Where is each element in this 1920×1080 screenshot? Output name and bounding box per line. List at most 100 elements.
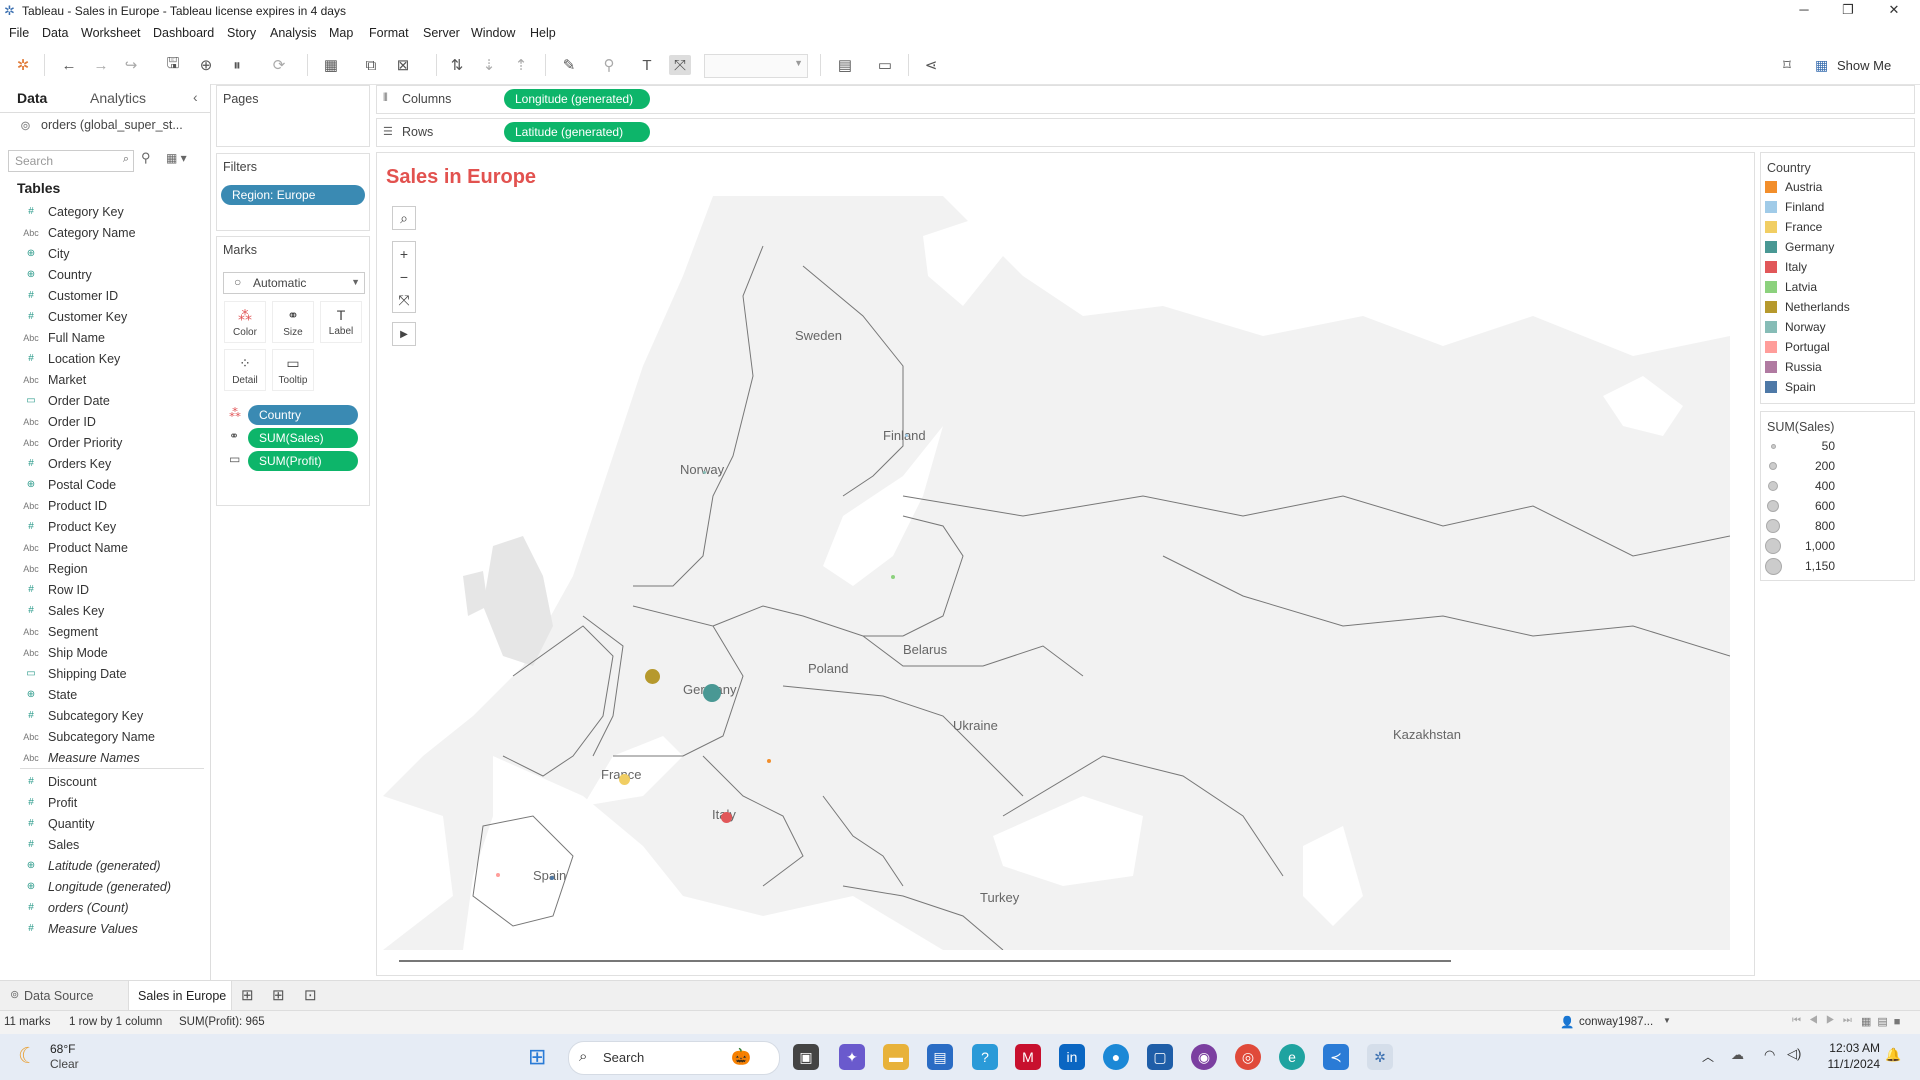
show-labels-icon[interactable]: T: [636, 55, 658, 75]
mark-norway[interactable]: [703, 471, 706, 474]
minimize-button[interactable]: ─: [1784, 2, 1824, 17]
field-item[interactable]: ▭ Order Date: [0, 390, 205, 411]
field-item[interactable]: ⊕ Latitude (generated): [0, 855, 205, 876]
show-me-button[interactable]: Show Me: [1837, 58, 1891, 73]
field-item[interactable]: # Subcategory Key: [0, 705, 205, 726]
field-item[interactable]: Abc Market: [0, 369, 205, 390]
legend-item-norway[interactable]: Norway: [1761, 317, 1826, 337]
redo-icon[interactable]: →: [90, 55, 112, 75]
copilot-icon[interactable]: ✦: [839, 1044, 865, 1070]
refresh-icon[interactable]: ⟳: [268, 55, 290, 75]
field-item[interactable]: # Customer Key: [0, 306, 205, 327]
status-user[interactable]: conway1987...: [1579, 1016, 1653, 1028]
field-item[interactable]: Abc Subcategory Name: [0, 726, 205, 747]
field-item[interactable]: # Sales: [0, 834, 205, 855]
vscode-icon[interactable]: ≺: [1323, 1044, 1349, 1070]
mark-germany[interactable]: [703, 684, 721, 702]
datasource-name[interactable]: orders (global_super_st...: [41, 118, 183, 132]
size-legend-item[interactable]: 800: [1761, 516, 1911, 536]
columns-shelf[interactable]: ⦀ Columns Longitude (generated): [376, 85, 1915, 114]
collapse-pane-icon[interactable]: ‹: [193, 89, 198, 105]
legend-item-spain[interactable]: Spain: [1761, 377, 1816, 397]
size-legend-item[interactable]: 50: [1761, 436, 1911, 456]
store-icon[interactable]: ▤: [927, 1044, 953, 1070]
mark-austria[interactable]: [767, 759, 771, 763]
legend-item-russia[interactable]: Russia: [1761, 357, 1822, 377]
menu-analysis[interactable]: Analysis: [270, 26, 317, 40]
filters-card[interactable]: Filters Region: Europe: [216, 153, 370, 231]
field-item[interactable]: Abc Product Name: [0, 537, 205, 558]
new-worksheet-tab-icon[interactable]: ⊞: [241, 986, 254, 1004]
taskbar-search[interactable]: ⌕ Search 🎃: [568, 1041, 780, 1075]
duplicate-sheet-icon[interactable]: ⧉: [360, 55, 382, 75]
new-dashboard-tab-icon[interactable]: ⊞: [272, 986, 285, 1004]
menu-dashboard[interactable]: Dashboard: [153, 26, 214, 40]
map-search-icon[interactable]: ⌕: [392, 206, 416, 230]
marks-pill-country[interactable]: Country: [248, 405, 358, 425]
mark-latvia[interactable]: [891, 575, 895, 579]
size-legend-item[interactable]: 600: [1761, 496, 1911, 516]
notification-bell-icon[interactable]: 🔔: [1885, 1047, 1901, 1063]
mark-portugal[interactable]: [496, 873, 500, 877]
legend-item-latvia[interactable]: Latvia: [1761, 277, 1817, 297]
field-item[interactable]: # Customer ID: [0, 285, 205, 306]
field-item[interactable]: ⊕ Postal Code: [0, 474, 205, 495]
menu-map[interactable]: Map: [329, 26, 353, 40]
chevron-down-icon[interactable]: ▼: [1663, 1016, 1671, 1025]
field-item[interactable]: # Measure Values: [0, 918, 205, 939]
marks-size-button[interactable]: ⚭ Size: [272, 301, 314, 343]
horizontal-scrollbar[interactable]: [399, 960, 1451, 962]
mark-spain[interactable]: [550, 876, 554, 880]
size-legend-item[interactable]: 1,000: [1761, 536, 1911, 556]
edge-dev-icon[interactable]: ●: [1103, 1044, 1129, 1070]
menu-worksheet[interactable]: Worksheet: [81, 26, 141, 40]
field-item[interactable]: ▭ Shipping Date: [0, 663, 205, 684]
marks-pill-sum-profit[interactable]: SUM(Profit): [248, 451, 358, 471]
field-item[interactable]: ⊕ State: [0, 684, 205, 705]
field-item[interactable]: Abc Order ID: [0, 411, 205, 432]
volume-icon[interactable]: ◁): [1787, 1046, 1801, 1062]
new-story-tab-icon[interactable]: ⊡: [304, 986, 317, 1004]
close-button[interactable]: ✕: [1874, 2, 1914, 18]
field-item[interactable]: ⊕ City: [0, 243, 205, 264]
file-explorer-icon[interactable]: ▬: [883, 1044, 909, 1070]
sheet-nav-arrows[interactable]: ⏮◀▶⏭: [1792, 1015, 1860, 1026]
new-worksheet-icon[interactable]: ▦: [320, 55, 342, 75]
task-view-icon[interactable]: ▣: [793, 1044, 819, 1070]
field-item[interactable]: # Discount: [0, 771, 205, 792]
replay-icon[interactable]: ↪: [120, 55, 142, 75]
clear-sheet-icon[interactable]: ⊠: [392, 55, 414, 75]
field-item[interactable]: Abc Category Name: [0, 222, 205, 243]
presentation-mode-icon[interactable]: ▭: [874, 55, 896, 75]
marks-detail-button[interactable]: ⁘ Detail: [224, 349, 266, 391]
legend-item-finland[interactable]: Finland: [1761, 197, 1824, 217]
menu-format[interactable]: Format: [369, 26, 409, 40]
field-item[interactable]: # Profit: [0, 792, 205, 813]
zoom-out-icon[interactable]: −: [392, 265, 416, 289]
swap-rows-columns-icon[interactable]: ⇅: [446, 55, 468, 75]
zoom-in-icon[interactable]: +: [392, 241, 416, 265]
mark-italy[interactable]: [721, 812, 732, 823]
group-members-icon[interactable]: ⚲: [598, 55, 620, 75]
map-view[interactable]: Sweden Finland Norway Poland Belarus Ger…: [383, 196, 1730, 950]
field-item[interactable]: # Product Key: [0, 516, 205, 537]
marks-pill-sum-sales[interactable]: SUM(Sales): [248, 428, 358, 448]
help-icon[interactable]: ?: [972, 1044, 998, 1070]
new-datasource-icon[interactable]: ⊕: [195, 55, 217, 75]
size-legend-item[interactable]: 1,150: [1761, 556, 1911, 576]
windows-start-icon[interactable]: ⊞: [528, 1044, 546, 1070]
menu-story[interactable]: Story: [227, 26, 256, 40]
clock-time[interactable]: 12:03 AM: [1824, 1041, 1880, 1055]
reset-map-icon[interactable]: ⤧: [392, 289, 416, 313]
rows-pill-latitude[interactable]: Latitude (generated): [504, 122, 650, 142]
fix-axes-icon[interactable]: ⤧: [669, 55, 691, 75]
map-toolbar-expand-icon[interactable]: ▶: [392, 322, 416, 346]
pages-card[interactable]: Pages: [216, 85, 370, 147]
tab-data-source[interactable]: Data Source: [24, 989, 93, 1003]
pause-updates-icon[interactable]: ⏸: [226, 55, 248, 75]
field-item[interactable]: # orders (Count): [0, 897, 205, 918]
marks-label-button[interactable]: T Label: [320, 301, 362, 343]
field-item[interactable]: Abc Region: [0, 558, 205, 579]
field-item[interactable]: # Category Key: [0, 201, 205, 222]
field-item[interactable]: Abc Product ID: [0, 495, 205, 516]
